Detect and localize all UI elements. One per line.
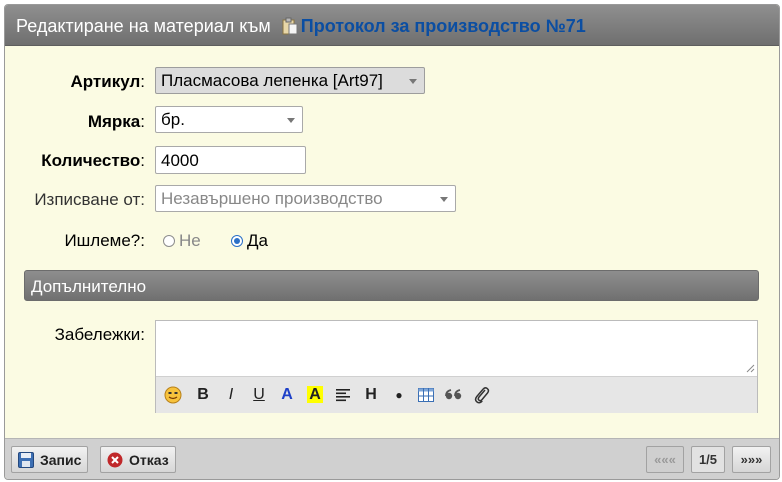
radio-no-label: Не bbox=[179, 231, 201, 250]
notes-label: Забележки: bbox=[54, 325, 145, 344]
editor-toolbar: B I U A A H ● bbox=[156, 376, 757, 413]
radio-no-circle[interactable] bbox=[163, 235, 175, 247]
unit-select-value: бр. bbox=[161, 110, 185, 129]
writeoff-placeholder: Незавършено производство bbox=[161, 189, 383, 208]
radio-yes-label: Да bbox=[247, 231, 268, 250]
radio-yes-circle[interactable] bbox=[231, 235, 243, 247]
protocol-link[interactable]: Протокол за производство №71 bbox=[301, 16, 586, 36]
highlight-button[interactable]: A bbox=[304, 384, 326, 406]
chevron-down-icon bbox=[409, 79, 417, 84]
writeoff-select[interactable]: Незавършено производство bbox=[155, 185, 456, 212]
notes-textarea[interactable] bbox=[156, 321, 757, 376]
clipboard-icon bbox=[282, 17, 298, 35]
quantity-value: 4000 bbox=[161, 151, 199, 170]
chevron-down-icon bbox=[287, 118, 295, 123]
radio-yes[interactable]: Да bbox=[231, 231, 268, 251]
save-label: Запис bbox=[40, 451, 82, 468]
notes-editor: B I U A A H ● bbox=[155, 320, 758, 413]
smiley-icon[interactable] bbox=[162, 384, 184, 406]
article-select[interactable]: Пласмасова лепенка [Art97] bbox=[155, 67, 425, 94]
italic-button[interactable]: I bbox=[220, 384, 242, 406]
article-select-value: Пласмасова лепенка [Art97] bbox=[161, 71, 383, 90]
unit-select[interactable]: бр. bbox=[155, 106, 303, 133]
align-icon[interactable] bbox=[332, 384, 354, 406]
article-label: Артикул: bbox=[70, 72, 146, 91]
extra-section-header[interactable]: Допълнително bbox=[24, 270, 759, 301]
resize-handle-icon[interactable] bbox=[745, 363, 755, 373]
cancel-icon bbox=[107, 452, 123, 467]
extra-section-title: Допълнително bbox=[31, 277, 147, 296]
bold-button[interactable]: B bbox=[192, 384, 214, 406]
save-button[interactable]: Запис bbox=[11, 446, 89, 473]
cancel-button[interactable]: Отказ bbox=[100, 446, 176, 473]
paperclip-icon[interactable] bbox=[471, 384, 493, 406]
pager-next-button[interactable]: »»» bbox=[732, 446, 771, 473]
bullet-list-button[interactable]: ● bbox=[388, 384, 410, 406]
pager-position: 1/5 bbox=[691, 446, 725, 473]
cancel-label: Отказ bbox=[129, 451, 169, 468]
dialog-title: Редактиране на материал към Протокол за … bbox=[16, 16, 586, 37]
quote-icon[interactable] bbox=[443, 384, 465, 406]
quantity-label: Количество: bbox=[41, 151, 145, 170]
unit-label: Мярка: bbox=[87, 112, 145, 131]
quantity-input[interactable]: 4000 bbox=[155, 146, 306, 174]
waste-label: Ишлеме?: bbox=[64, 231, 145, 250]
highlight-label: A bbox=[307, 386, 323, 403]
text-color-button[interactable]: A bbox=[276, 384, 298, 406]
dialog-footer: Запис Отказ ««« 1/5 »»» bbox=[5, 438, 779, 479]
chevron-down-icon bbox=[440, 197, 448, 202]
floppy-disk-icon bbox=[18, 451, 34, 468]
dialog-titlebar: Редактиране на материал към Протокол за … bbox=[5, 5, 779, 46]
dialog-title-prefix: Редактиране на материал към bbox=[16, 16, 271, 36]
table-icon[interactable] bbox=[415, 384, 437, 406]
edit-material-dialog: Редактиране на материал към Протокол за … bbox=[4, 4, 780, 480]
heading-button[interactable]: H bbox=[360, 384, 382, 406]
writeoff-label: Изписване от: bbox=[34, 190, 145, 209]
underline-button[interactable]: U bbox=[248, 384, 270, 406]
pager-prev-button[interactable]: ««« bbox=[646, 446, 684, 473]
radio-no[interactable]: Не bbox=[163, 231, 201, 251]
